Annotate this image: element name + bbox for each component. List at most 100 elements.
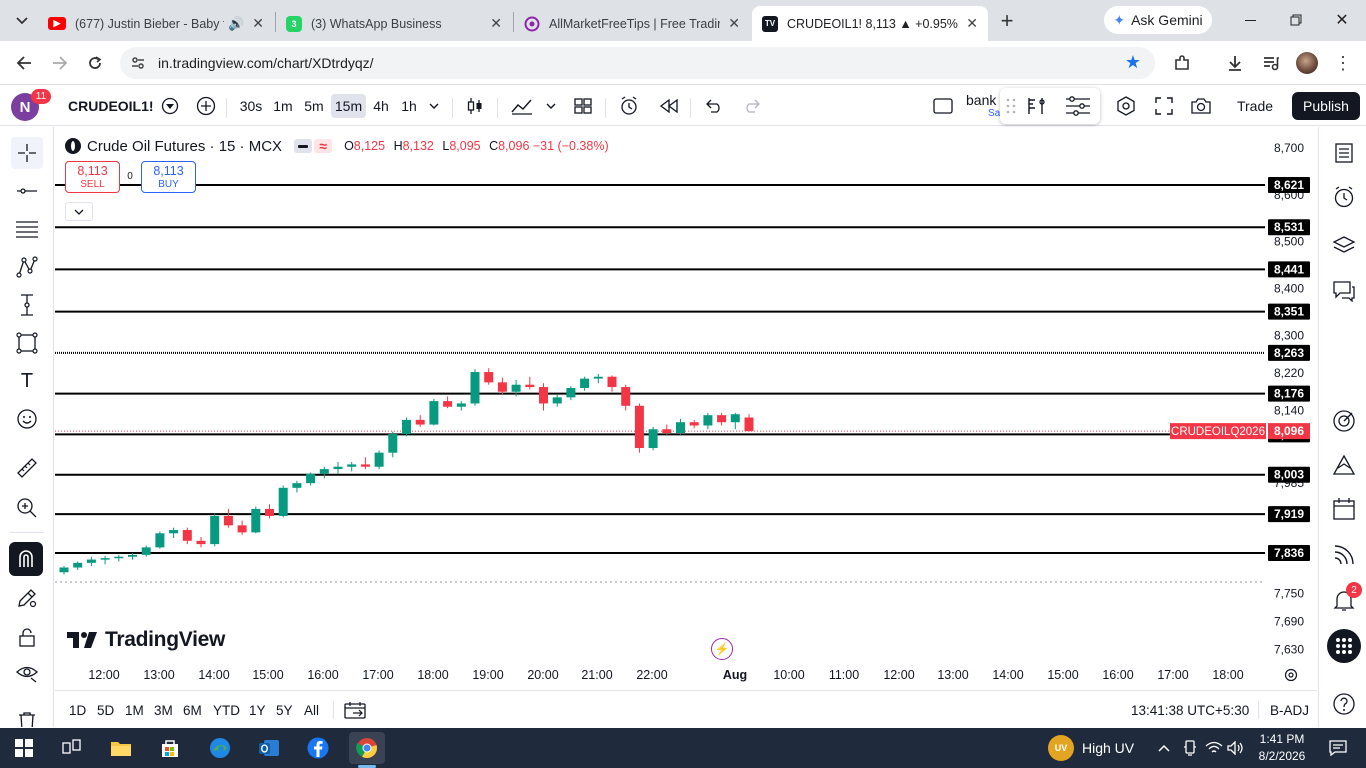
zoom-in-icon[interactable] xyxy=(11,492,43,524)
crosshair-cursor-icon[interactable] xyxy=(11,137,43,169)
chat-ideas-icon[interactable] xyxy=(1329,276,1359,306)
reload-icon[interactable] xyxy=(83,51,107,75)
symbol-legend[interactable]: Crude Oil Futures · 15 · MCX ≈ O8,125 H8… xyxy=(65,136,609,156)
adjustment-toggle[interactable]: B-ADJ xyxy=(1270,699,1309,721)
browser-tab-tradingview[interactable]: TV CRUDEOIL1! 8,113 ▲ +0.95% b ✕ xyxy=(752,6,988,41)
bookmark-star-icon[interactable]: ★ xyxy=(1125,52,1141,73)
magnet-mode-icon[interactable] xyxy=(9,542,43,576)
trend-line-icon[interactable] xyxy=(11,175,43,207)
outlook-icon[interactable] xyxy=(251,732,287,764)
fullscreen-icon[interactable] xyxy=(1151,94,1177,118)
hide-drawings-eye-icon[interactable] xyxy=(11,657,43,689)
trade-button[interactable]: Trade xyxy=(1226,94,1284,118)
minimize-window-icon[interactable] xyxy=(1238,10,1262,30)
file-explorer-icon[interactable] xyxy=(103,732,139,764)
interval-4h[interactable]: 4h xyxy=(368,94,394,118)
buy-button[interactable]: 8,113 BUY xyxy=(141,161,196,193)
close-tab-icon[interactable]: ✕ xyxy=(252,15,264,32)
go-to-date-calendar-icon[interactable] xyxy=(344,699,366,721)
lightning-event-icon[interactable]: ⚡ xyxy=(711,638,733,660)
range-3m-button[interactable]: 3M xyxy=(154,699,173,721)
url-input[interactable]: in.tradingview.com/chart/XDtrdyqz/ ★ xyxy=(120,47,1155,79)
new-tab-button[interactable]: + xyxy=(994,8,1020,34)
close-window-icon[interactable]: ✕ xyxy=(1330,10,1354,30)
layers-icon[interactable] xyxy=(1329,230,1359,260)
interval-30s[interactable]: 30s xyxy=(236,94,266,118)
browser-tab-youtube[interactable]: ▶ (677) Justin Bieber - Baby ft 🔊 ✕ xyxy=(38,6,274,41)
chart-type-candles-icon[interactable] xyxy=(463,94,487,118)
publish-button[interactable]: Publish xyxy=(1292,92,1360,120)
keep-drawing-pencil-icon[interactable] xyxy=(11,582,43,614)
indicators-dropdown-icon[interactable] xyxy=(541,94,561,118)
range-5d-button[interactable]: 5D xyxy=(97,699,114,721)
template-icon[interactable] xyxy=(1026,96,1052,116)
redo-icon[interactable] xyxy=(740,94,764,118)
interval-1m[interactable]: 1m xyxy=(269,94,297,118)
profile-avatar[interactable] xyxy=(1295,51,1319,75)
symbol-search-button[interactable]: CRUDEOIL1! xyxy=(58,94,156,118)
close-tab-icon[interactable]: ✕ xyxy=(728,15,740,32)
close-tab-icon[interactable]: ✕ xyxy=(490,15,502,32)
volume-icon[interactable] xyxy=(1222,732,1250,764)
back-arrow-icon[interactable] xyxy=(12,51,36,75)
lock-drawings-icon[interactable] xyxy=(11,621,43,653)
geometric-shapes-icon[interactable] xyxy=(11,327,43,359)
object-tree-hexagon-icon[interactable] xyxy=(1113,94,1139,118)
downloads-icon[interactable] xyxy=(1223,51,1247,75)
chrome-icon[interactable] xyxy=(349,732,385,764)
forecasting-tool-icon[interactable] xyxy=(11,289,43,321)
facebook-icon[interactable] xyxy=(300,732,336,764)
indicators-icon[interactable] xyxy=(508,94,536,118)
audio-playing-icon[interactable]: 🔊 xyxy=(228,16,244,32)
news-feed-icon[interactable] xyxy=(1329,540,1359,570)
interval-1h[interactable]: 1h xyxy=(396,94,422,118)
tradingview-logo[interactable]: TradingView xyxy=(67,627,225,653)
compare-symbol-icon[interactable] xyxy=(158,94,182,118)
layouts-grid-icon[interactable] xyxy=(571,94,595,118)
undo-icon[interactable] xyxy=(702,94,726,118)
settings-sliders-icon[interactable] xyxy=(1064,95,1094,117)
timezone-clock[interactable]: 13:41:38 UTC+5:30 xyxy=(1131,699,1249,721)
notification-center-icon[interactable] xyxy=(1320,732,1356,764)
range-5y-button[interactable]: 5Y xyxy=(276,699,293,721)
layout-save-checkbox-icon[interactable] xyxy=(931,94,955,118)
layout-name[interactable]: bank Sa xyxy=(966,92,1000,122)
sell-button[interactable]: 8,113 SELL xyxy=(65,161,120,193)
interval-5m[interactable]: 5m xyxy=(300,94,328,118)
hotlists-target-icon[interactable] xyxy=(1329,406,1359,436)
alerts-clock-icon[interactable] xyxy=(1329,182,1359,212)
task-view-icon[interactable] xyxy=(54,732,90,764)
fib-retracement-icon[interactable] xyxy=(11,213,43,245)
forward-arrow-icon[interactable] xyxy=(48,51,72,75)
help-icon[interactable] xyxy=(1329,689,1359,719)
media-control-icon[interactable] xyxy=(1259,51,1283,75)
browser-menu-icon[interactable]: ⋮ xyxy=(1331,51,1355,75)
tab-list-dropdown-icon[interactable] xyxy=(10,10,34,32)
measure-ruler-icon[interactable] xyxy=(11,452,43,484)
range-1m-button[interactable]: 1M xyxy=(125,699,144,721)
alert-clock-icon[interactable] xyxy=(616,94,642,118)
edge-browser-icon[interactable] xyxy=(202,732,238,764)
site-info-icon[interactable] xyxy=(130,55,146,74)
windows-start-icon[interactable] xyxy=(6,732,42,764)
text-tool-icon[interactable]: T xyxy=(11,365,43,397)
price-chart[interactable]: 8,7008,6008,5008,4008,3008,2208,1407,985… xyxy=(55,127,1317,690)
weather-widget[interactable]: UV High UV xyxy=(1048,734,1134,762)
extensions-icon[interactable] xyxy=(1170,51,1194,75)
close-tab-icon[interactable]: ✕ xyxy=(966,15,978,32)
pattern-tool-icon[interactable] xyxy=(11,251,43,283)
pine-editor-icon[interactable] xyxy=(1329,450,1359,480)
microsoft-store-icon[interactable] xyxy=(152,732,188,764)
browser-tab-allmarket[interactable]: AllMarketFreeTips | Free Tradinc ✕ xyxy=(514,6,750,41)
browser-tab-whatsapp[interactable]: 3 (3) WhatsApp Business ✕ xyxy=(276,6,512,41)
delete-trash-icon[interactable] xyxy=(11,711,43,727)
calendar-icon[interactable] xyxy=(1329,494,1359,524)
axis-settings-gear-icon[interactable] xyxy=(1283,667,1301,685)
restore-window-icon[interactable] xyxy=(1284,10,1308,30)
drag-handle-icon[interactable] xyxy=(1006,98,1016,114)
system-clock[interactable]: 1:41 PM 8/2/2026 xyxy=(1254,731,1310,765)
chart-pane[interactable]: 8,700 8,600 8,500 8,400 8,300 8,220 8,140 7,985… xyxy=(55,127,1317,690)
products-grid-icon[interactable] xyxy=(1327,629,1361,663)
range-1d-button[interactable]: 1D xyxy=(69,699,86,721)
legend-collapse-button[interactable] xyxy=(65,202,93,221)
